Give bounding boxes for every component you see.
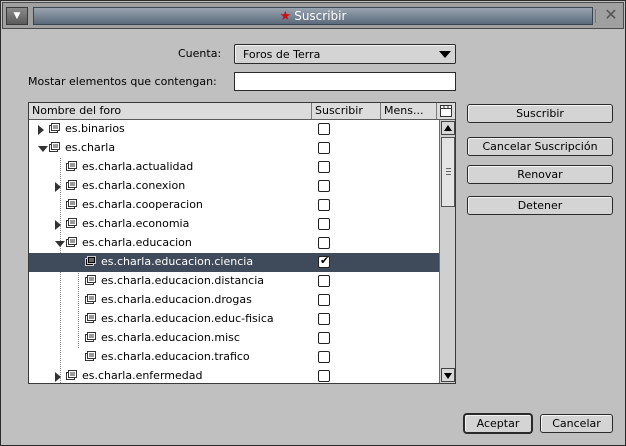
column-header-messages[interactable]: Mens...	[381, 103, 437, 119]
scroll-up-icon[interactable]	[441, 121, 455, 135]
collapsed-triangle-icon[interactable]	[38, 125, 44, 135]
chevron-down-icon	[439, 51, 451, 58]
refresh-button[interactable]: Renovar	[467, 165, 613, 184]
newsgroup-icon	[66, 180, 78, 191]
table-row[interactable]: es.binarios	[29, 120, 439, 139]
subscribe-button[interactable]: Suscribir	[467, 104, 613, 123]
forum-name: es.charla.actualidad	[82, 160, 194, 173]
table-row[interactable]: es.charla.cooperacion	[29, 196, 439, 215]
window-title-area[interactable]: ★ Suscribir	[33, 7, 593, 25]
newsgroup-icon	[85, 351, 97, 362]
newsgroup-icon	[66, 237, 78, 248]
table-row[interactable]: es.charla.conexion	[29, 177, 439, 196]
forum-name: es.binarios	[65, 122, 125, 135]
forum-name: es.charla.educacion.misc	[101, 331, 240, 344]
table-row[interactable]: es.charla.actualidad	[29, 158, 439, 177]
subscribe-checkbox[interactable]	[318, 142, 330, 154]
account-select-value: Foros de Terra	[243, 48, 321, 61]
table-row[interactable]: es.charla.educacion.ciencia ✔	[29, 253, 439, 272]
expanded-triangle-icon[interactable]	[55, 241, 65, 247]
window-title: Suscribir	[294, 9, 347, 23]
filter-label: Mostar elementos que contengan:	[28, 75, 217, 88]
window-menu-icon[interactable]: ▼	[6, 7, 28, 25]
forum-rows: es.binarios es.charla es.charla.actualidad…	[29, 120, 439, 383]
table-row[interactable]: es.charla.educacion.drogas	[29, 291, 439, 310]
table-row[interactable]: es.charla.educacion	[29, 234, 439, 253]
subscribe-checkbox[interactable]	[318, 275, 330, 287]
scroll-down-icon[interactable]	[441, 368, 455, 382]
forum-tree-table: Nombre del foro Suscribir Mens... es.bin…	[28, 102, 456, 384]
check-icon: ✔	[320, 254, 330, 267]
column-header-subscribe[interactable]: Suscribir	[312, 103, 381, 119]
subscribe-checkbox[interactable]	[318, 161, 330, 173]
forum-name: es.charla.educacion.educ-fisica	[101, 312, 274, 325]
forum-name: es.charla.educacion.distancia	[101, 274, 265, 287]
newsgroup-icon	[66, 161, 78, 172]
subscribe-checkbox[interactable]	[318, 313, 330, 325]
forum-name: es.charla.educacion	[82, 236, 192, 249]
subscribe-checkbox[interactable]	[318, 123, 330, 135]
newsgroup-icon	[85, 256, 97, 267]
newsgroup-icon	[49, 142, 61, 153]
subscribe-checkbox[interactable]	[318, 199, 330, 211]
newsgroup-icon	[66, 199, 78, 210]
filter-input[interactable]	[234, 72, 456, 91]
table-header: Nombre del foro Suscribir Mens...	[29, 103, 455, 120]
stop-button[interactable]: Detener	[467, 196, 613, 215]
newsgroup-icon	[85, 275, 97, 286]
forum-name: es.charla.enfermedad	[82, 369, 203, 382]
subscribe-checkbox[interactable]	[318, 370, 330, 382]
newsgroup-icon	[85, 313, 97, 324]
table-row[interactable]: es.charla.educacion.distancia	[29, 272, 439, 291]
expanded-triangle-icon[interactable]	[38, 146, 48, 152]
vertical-scrollbar[interactable]	[439, 120, 455, 383]
table-row[interactable]: es.charla.enfermedad	[29, 367, 439, 383]
forum-name: es.charla.conexion	[82, 179, 186, 192]
table-row[interactable]: es.charla.educacion.trafico	[29, 348, 439, 367]
collapsed-triangle-icon[interactable]	[55, 182, 61, 192]
newsgroup-icon	[66, 370, 78, 381]
ok-button[interactable]: Aceptar	[464, 414, 532, 433]
unsubscribe-button[interactable]: Cancelar Suscripción	[467, 137, 613, 156]
subscribe-checkbox[interactable]	[318, 237, 330, 249]
subscribe-checkbox[interactable]	[318, 294, 330, 306]
star-icon: ★	[279, 9, 292, 24]
collapsed-triangle-icon[interactable]	[55, 220, 61, 230]
newsgroup-icon	[85, 332, 97, 343]
subscribe-checkbox[interactable]	[318, 351, 330, 363]
newsgroup-icon	[85, 294, 97, 305]
account-label: Cuenta:	[178, 47, 222, 60]
close-icon[interactable]: ✕	[595, 7, 623, 25]
forum-name: es.charla.educacion.ciencia	[101, 255, 254, 268]
newsgroup-icon	[49, 123, 61, 134]
forum-name: es.charla.educacion.trafico	[101, 350, 250, 363]
subscribe-checkbox[interactable]	[318, 332, 330, 344]
collapsed-triangle-icon[interactable]	[55, 372, 61, 382]
subscribe-dialog: ▼ ★ Suscribir ✕ Cuenta: Foros de Terra Mo…	[0, 0, 626, 446]
columns-icon[interactable]	[437, 103, 455, 119]
newsgroup-icon	[66, 218, 78, 229]
subscribe-checkbox[interactable]	[318, 218, 330, 230]
account-select[interactable]: Foros de Terra	[234, 44, 456, 64]
subscribe-checkbox[interactable]	[318, 180, 330, 192]
forum-name: es.charla.cooperacion	[82, 198, 203, 211]
table-row[interactable]: es.charla.educacion.educ-fisica	[29, 310, 439, 329]
title-bar[interactable]: ▼ ★ Suscribir ✕	[2, 2, 624, 29]
forum-name: es.charla.economia	[82, 217, 190, 230]
subscribe-checkbox[interactable]: ✔	[318, 254, 330, 268]
table-row[interactable]: es.charla	[29, 139, 439, 158]
column-header-name[interactable]: Nombre del foro	[29, 103, 312, 119]
scroll-thumb[interactable]	[441, 137, 455, 207]
forum-name: es.charla	[65, 141, 116, 154]
table-row[interactable]: es.charla.economia	[29, 215, 439, 234]
cancel-button[interactable]: Cancelar	[540, 414, 613, 433]
forum-name: es.charla.educacion.drogas	[101, 293, 252, 306]
table-row[interactable]: es.charla.educacion.misc	[29, 329, 439, 348]
